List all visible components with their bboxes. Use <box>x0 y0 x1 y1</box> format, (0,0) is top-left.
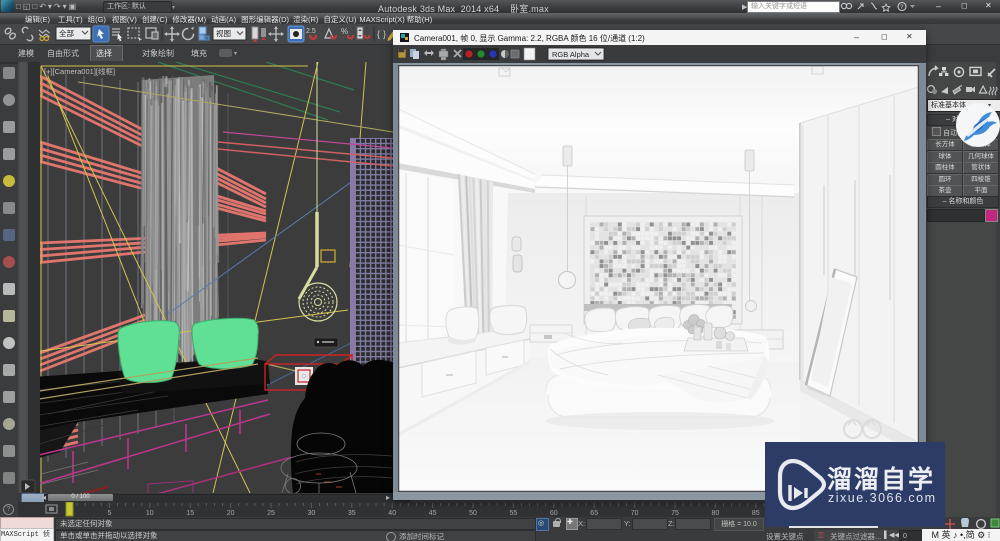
svg-text:5: 5 <box>107 510 111 517</box>
svg-text:视图: 视图 <box>216 28 231 38</box>
svg-text:{: { <box>377 29 380 39</box>
svg-text:65: 65 <box>590 510 598 517</box>
svg-text:}: } <box>383 29 386 39</box>
svg-text:30: 30 <box>308 510 316 517</box>
svg-text:85: 85 <box>752 510 760 517</box>
svg-text:75: 75 <box>671 510 679 517</box>
svg-text:2.5: 2.5 <box>306 28 316 35</box>
svg-text:80: 80 <box>712 510 720 517</box>
svg-text:15: 15 <box>186 510 194 517</box>
svg-text:40: 40 <box>388 510 396 517</box>
svg-text:70: 70 <box>631 510 639 517</box>
svg-text:50: 50 <box>469 510 477 517</box>
svg-text:45: 45 <box>429 510 437 517</box>
svg-text:60: 60 <box>550 510 558 517</box>
svg-text:25: 25 <box>267 510 275 517</box>
svg-text:%: % <box>341 27 348 36</box>
svg-text:10: 10 <box>146 510 154 517</box>
svg-text:[+][Camera001][线框]: [+][Camera001][线框] <box>44 66 115 76</box>
svg-text:全部: 全部 <box>59 28 74 38</box>
svg-text:20: 20 <box>227 510 235 517</box>
svg-text:55: 55 <box>510 510 518 517</box>
svg-text:35: 35 <box>348 510 356 517</box>
svg-text:RGB Alpha: RGB Alpha <box>552 50 590 59</box>
